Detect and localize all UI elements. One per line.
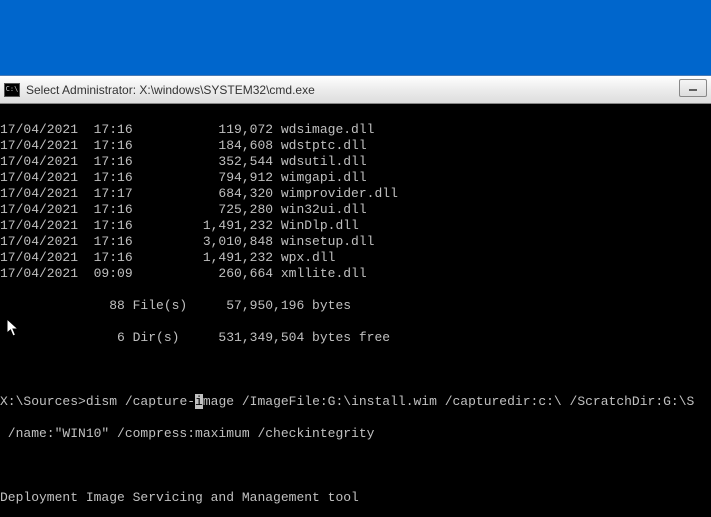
file-row: 17/04/2021 17:16 352,544 wdsutil.dll: [0, 154, 711, 170]
window-title: Select Administrator: X:\windows\SYSTEM3…: [26, 83, 315, 97]
file-row: 17/04/2021 17:16 119,072 wdsimage.dll: [0, 122, 711, 138]
file-row: 17/04/2021 17:16 1,491,232 WinDlp.dll: [0, 218, 711, 234]
file-row: 17/04/2021 17:17 684,320 wimprovider.dll: [0, 186, 711, 202]
desktop-background: Select Administrator: X:\windows\SYSTEM3…: [0, 0, 711, 517]
titlebar[interactable]: Select Administrator: X:\windows\SYSTEM3…: [0, 76, 711, 104]
file-row: 17/04/2021 17:16 725,280 win32ui.dll: [0, 202, 711, 218]
minimize-button[interactable]: [679, 79, 707, 97]
file-row: 17/04/2021 17:16 1,491,232 wpx.dll: [0, 250, 711, 266]
command-line-1: X:\Sources>dism /capture-image /ImageFil…: [0, 394, 711, 410]
prompt: X:\Sources>: [0, 394, 86, 409]
terminal-output[interactable]: 17/04/2021 17:16 119,072 wdsimage.dll17/…: [0, 104, 711, 517]
summary-dirs: 6 Dir(s) 531,349,504 bytes free: [0, 330, 711, 346]
window-controls: [679, 79, 707, 97]
command-line-2: /name:"WIN10" /compress:maximum /checkin…: [0, 426, 711, 442]
cmd-icon: [4, 83, 20, 97]
cmd-text-b: mage /ImageFile:G:\install.wim /captured…: [203, 394, 694, 409]
cmd-text-a: dism /capture-: [86, 394, 195, 409]
file-row: 17/04/2021 17:16 184,608 wdstptc.dll: [0, 138, 711, 154]
summary-files: 88 File(s) 57,950,196 bytes: [0, 298, 711, 314]
cmd-window: Select Administrator: X:\windows\SYSTEM3…: [0, 75, 711, 517]
dism-title: Deployment Image Servicing and Managemen…: [0, 490, 711, 506]
file-row: 17/04/2021 17:16 794,912 wimgapi.dll: [0, 170, 711, 186]
selection-highlight: i: [195, 394, 203, 409]
file-row: 17/04/2021 17:16 3,010,848 winsetup.dll: [0, 234, 711, 250]
file-row: 17/04/2021 09:09 260,664 xmllite.dll: [0, 266, 711, 282]
minimize-icon: [688, 83, 698, 93]
